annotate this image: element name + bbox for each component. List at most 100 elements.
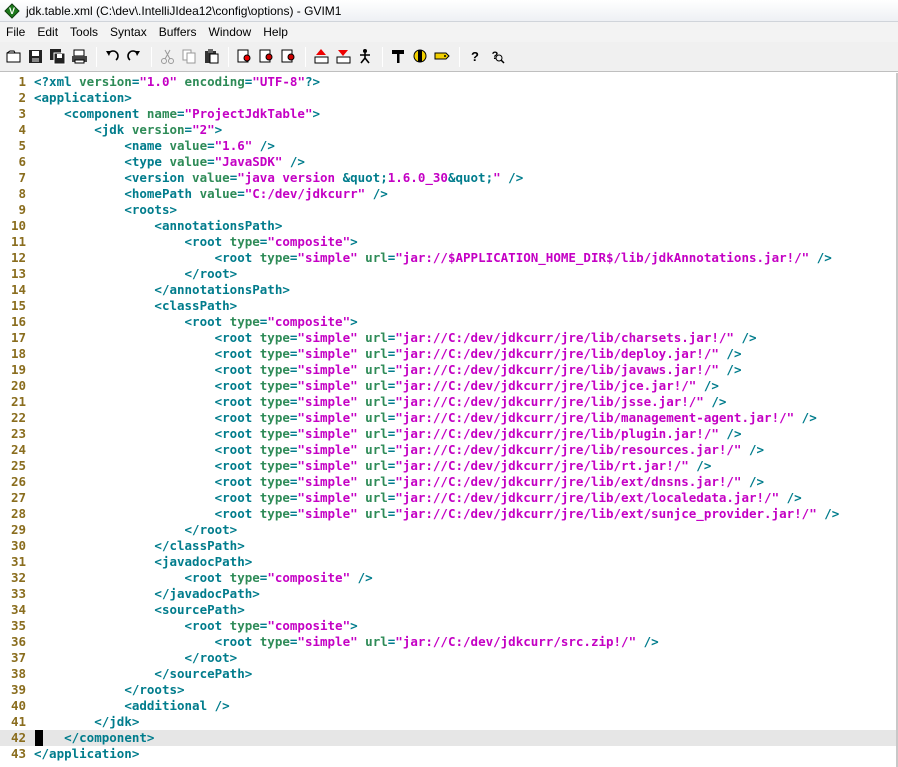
find-next-button[interactable] <box>256 46 277 68</box>
code-line[interactable]: 3 <component name="ProjectJdkTable"> <box>0 106 898 122</box>
code-line[interactable]: 6 <type value="JavaSDK" /> <box>0 154 898 170</box>
code-line[interactable]: 21 <root type="simple" url="jar://C:/dev… <box>0 394 898 410</box>
load-session-button[interactable] <box>311 46 332 68</box>
paste-button[interactable] <box>201 46 222 68</box>
line-number: 4 <box>18 122 26 137</box>
tags-button[interactable] <box>432 46 453 68</box>
title-bar: V jdk.table.xml (C:\dev\.IntelliJIdea12\… <box>0 0 898 22</box>
code-token-tag: <version <box>124 170 193 185</box>
code-line[interactable]: 31 <javadocPath> <box>0 554 898 570</box>
cut-button[interactable] <box>157 46 178 68</box>
code-line[interactable]: 15 <classPath> <box>0 298 898 314</box>
code-line[interactable]: 27 <root type="simple" url="jar://C:/dev… <box>0 490 898 506</box>
code-line[interactable]: 23 <root type="simple" url="jar://C:/dev… <box>0 426 898 442</box>
code-token-tag: > <box>350 314 358 329</box>
code-token-string: "simple" <box>297 250 358 265</box>
redo-button[interactable] <box>124 46 145 68</box>
make-button[interactable] <box>388 46 409 68</box>
line-number: 9 <box>18 202 26 217</box>
code-line[interactable]: 11 <root type="composite"> <box>0 234 898 250</box>
code-line[interactable]: 5 <name value="1.6" /> <box>0 138 898 154</box>
code-line[interactable]: 35 <root type="composite"> <box>0 618 898 634</box>
code-line[interactable]: 38 </sourcePath> <box>0 666 898 682</box>
code-line[interactable]: 26 <root type="simple" url="jar://C:/dev… <box>0 474 898 490</box>
code-line[interactable]: 7 <version value="java version &quot;1.6… <box>0 170 898 186</box>
code-line[interactable]: 37 </root> <box>0 650 898 666</box>
line-number: 33 <box>10 586 26 601</box>
undo-button[interactable] <box>102 46 123 68</box>
code-line[interactable]: 43 </application> <box>0 746 898 762</box>
code-line[interactable]: 4 <jdk version="2"> <box>0 122 898 138</box>
code-line[interactable]: 12 <root type="simple" url="jar://$APPLI… <box>0 250 898 266</box>
code-line[interactable]: 30 </classPath> <box>0 538 898 554</box>
code-line[interactable]: 10 <annotationsPath> <box>0 218 898 234</box>
save-session-button[interactable] <box>333 46 354 68</box>
toolbar-separator <box>228 46 229 67</box>
code-line[interactable]: 33 </javadocPath> <box>0 586 898 602</box>
code-token-tag: </root> <box>184 650 238 665</box>
code-line[interactable]: 40 <additional /> <box>0 698 898 714</box>
menu-file[interactable]: File <box>0 25 31 39</box>
code-line[interactable]: 9 <roots> <box>0 202 898 218</box>
find-replace-button[interactable] <box>234 46 255 68</box>
line-number: 35 <box>10 618 26 633</box>
code-line[interactable]: 29 </root> <box>0 522 898 538</box>
code-line[interactable]: 14 </annotationsPath> <box>0 282 898 298</box>
menu-window[interactable]: Window <box>203 25 258 39</box>
code-line[interactable]: 32 <root type="composite" /> <box>0 570 898 586</box>
shell-button[interactable] <box>410 46 431 68</box>
code-line[interactable]: 25 <root type="simple" url="jar://C:/dev… <box>0 458 898 474</box>
code-line[interactable]: 18 <root type="simple" url="jar://C:/dev… <box>0 346 898 362</box>
code-line[interactable]: 42 </component> <box>0 730 898 746</box>
code-line[interactable]: 39 </roots> <box>0 682 898 698</box>
menu-edit[interactable]: Edit <box>31 25 64 39</box>
menu-buffers[interactable]: Buffers <box>153 25 203 39</box>
find-prev-button[interactable] <box>278 46 299 68</box>
help-button[interactable]: ? <box>465 46 486 68</box>
code-line[interactable]: 13 </root> <box>0 266 898 282</box>
open-button[interactable] <box>3 46 24 68</box>
paste-icon <box>203 48 220 65</box>
save-button[interactable] <box>25 46 46 68</box>
menu-tools[interactable]: Tools <box>64 25 104 39</box>
code-token-attr: type <box>229 570 260 585</box>
code-line[interactable]: 36 <root type="simple" url="jar://C:/dev… <box>0 634 898 650</box>
code-token-tag <box>177 74 185 89</box>
line-number: 22 <box>10 410 26 425</box>
code-token-tag: /> <box>741 474 765 489</box>
code-line[interactable]: 22 <root type="simple" url="jar://C:/dev… <box>0 410 898 426</box>
gvim-app-icon[interactable]: V <box>4 2 20 19</box>
code-line[interactable]: 20 <root type="simple" url="jar://C:/dev… <box>0 378 898 394</box>
code-line[interactable]: 19 <root type="simple" url="jar://C:/dev… <box>0 362 898 378</box>
menu-syntax[interactable]: Syntax <box>104 25 153 39</box>
code-line[interactable]: 8 <homePath value="C:/dev/jdkcurr" /> <box>0 186 898 202</box>
make-icon <box>390 48 407 65</box>
copy-button[interactable] <box>179 46 200 68</box>
code-line[interactable]: 34 <sourcePath> <box>0 602 898 618</box>
run-script-button[interactable] <box>355 46 376 68</box>
code-token-attr: type <box>259 378 290 393</box>
editor-area[interactable]: 1 <?xml version="1.0" encoding="UTF-8"?> 2… <box>0 73 898 767</box>
line-number: 5 <box>18 138 26 153</box>
save-all-button[interactable] <box>47 46 68 68</box>
code-line[interactable]: 41 </jdk> <box>0 714 898 730</box>
code-line[interactable]: 28 <root type="simple" url="jar://C:/dev… <box>0 506 898 522</box>
code-line[interactable]: 16 <root type="composite"> <box>0 314 898 330</box>
code-token-tag: = <box>184 122 193 137</box>
load-session-icon <box>313 48 330 65</box>
code-token-attr: value <box>169 138 208 153</box>
code-token-tag: </application> <box>34 746 140 761</box>
code-token-tag: > <box>312 106 321 121</box>
code-line[interactable]: 2 <application> <box>0 90 898 106</box>
code-line[interactable]: 24 <root type="simple" url="jar://C:/dev… <box>0 442 898 458</box>
code-line[interactable]: 1 <?xml version="1.0" encoding="UTF-8"?> <box>0 74 898 90</box>
code-line[interactable]: 17 <root type="simple" url="jar://C:/dev… <box>0 330 898 346</box>
find-help-button[interactable]: ? <box>487 46 508 68</box>
menu-help[interactable]: Help <box>257 25 294 39</box>
print-button[interactable] <box>69 46 90 68</box>
